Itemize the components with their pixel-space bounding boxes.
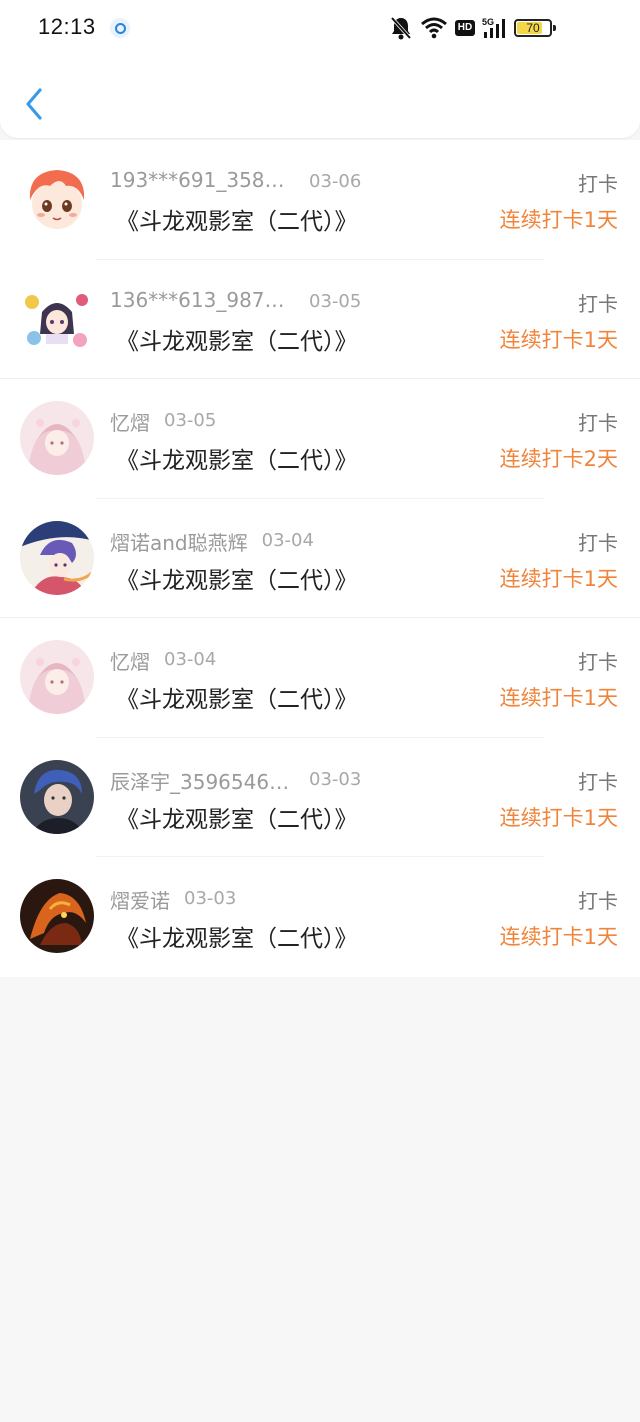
- list-item[interactable]: 忆熠 03-04 《斗龙观影室（二代）》 打卡 连续打卡1天: [0, 618, 640, 738]
- user-avatar[interactable]: [20, 879, 94, 953]
- user-avatar[interactable]: [20, 281, 94, 356]
- username[interactable]: 136***613_98773...: [110, 288, 295, 312]
- svg-text:5G: 5G: [482, 17, 494, 27]
- user-avatar[interactable]: [20, 401, 94, 475]
- item-meta: 熠诺and聪燕辉 03-04: [110, 527, 314, 557]
- list-item[interactable]: 忆熠 03-05 《斗龙观影室（二代）》 打卡 连续打卡2天: [0, 379, 640, 499]
- chevron-left-icon: [26, 88, 42, 120]
- date: 03-05: [309, 290, 362, 312]
- item-meta: 辰泽宇_35965464... 03-03: [110, 766, 361, 796]
- user-avatar[interactable]: [20, 162, 94, 236]
- bell-muted-icon: [390, 16, 412, 40]
- streak-label: 连续打卡1天: [499, 686, 618, 710]
- checkin-label: 打卡: [578, 291, 618, 316]
- checkin-list: 193***691_35852... 03-06 《斗龙观影室（二代）》 打卡 连…: [0, 140, 640, 977]
- status-bar: 12:13 HD 5G 70: [0, 0, 640, 58]
- username[interactable]: 忆熠: [110, 646, 150, 675]
- checkin-label: 打卡: [578, 172, 618, 196]
- item-title[interactable]: 《斗龙观影室（二代）》: [116, 680, 358, 714]
- app-notification-icon: [110, 18, 130, 38]
- user-avatar[interactable]: [20, 759, 94, 834]
- list-item[interactable]: 熠诺and聪燕辉 03-04 《斗龙观影室（二代）》 打卡 连续打卡1天: [0, 499, 640, 619]
- checkin-label: 打卡: [578, 650, 618, 674]
- streak-label: 连续打卡2天: [499, 447, 618, 471]
- list-item[interactable]: 辰泽宇_35965464... 03-03 《斗龙观影室（二代）》 打卡 连续打卡…: [0, 738, 640, 858]
- battery-icon: 70: [514, 19, 556, 37]
- battery-percent: 70: [526, 21, 540, 35]
- username[interactable]: 熠爱诺: [110, 885, 170, 914]
- date: 03-04: [164, 649, 217, 670]
- list-item[interactable]: 136***613_98773... 03-05 《斗龙观影室（二代）》 打卡 连…: [0, 260, 640, 380]
- list-item[interactable]: 193***691_35852... 03-06 《斗龙观影室（二代）》 打卡 连…: [0, 140, 640, 260]
- user-avatar[interactable]: [20, 520, 94, 595]
- date: 03-03: [184, 888, 237, 909]
- item-meta: 忆熠 03-04: [110, 646, 216, 676]
- wifi-icon: [420, 16, 448, 40]
- item-meta: 熠爱诺 03-03: [110, 885, 236, 915]
- username[interactable]: 忆熠: [110, 407, 150, 436]
- checkin-label: 打卡: [578, 889, 618, 913]
- list-item[interactable]: 熠爱诺 03-03 《斗龙观影室（二代）》 打卡 连续打卡1天: [0, 857, 640, 977]
- username[interactable]: 辰泽宇_35965464...: [110, 766, 295, 795]
- hd-icon: HD: [455, 20, 475, 36]
- item-title[interactable]: 《斗龙观影室（二代）》: [116, 561, 358, 595]
- streak-label: 连续打卡1天: [499, 327, 618, 352]
- checkin-label: 打卡: [578, 411, 618, 435]
- item-meta: 136***613_98773... 03-05: [110, 288, 361, 318]
- streak-label: 连续打卡1天: [499, 805, 618, 830]
- date: 03-04: [261, 529, 314, 551]
- username[interactable]: 193***691_35852...: [110, 168, 295, 192]
- date: 03-06: [309, 171, 362, 192]
- header: 12:13 HD 5G 70: [0, 0, 640, 138]
- item-title[interactable]: 《斗龙观影室（二代）》: [116, 441, 358, 475]
- item-meta: 193***691_35852... 03-06: [110, 168, 361, 198]
- user-avatar[interactable]: [20, 640, 94, 714]
- username[interactable]: 熠诺and聪燕辉: [110, 527, 248, 556]
- streak-label: 连续打卡1天: [499, 925, 618, 949]
- checkin-label: 打卡: [578, 769, 618, 794]
- item-title[interactable]: 《斗龙观影室（二代）》: [116, 322, 358, 356]
- streak-label: 连续打卡1天: [499, 566, 618, 591]
- date: 03-05: [164, 410, 217, 431]
- date: 03-03: [309, 768, 362, 790]
- streak-label: 连续打卡1天: [499, 208, 618, 232]
- item-title[interactable]: 《斗龙观影室（二代）》: [116, 800, 358, 834]
- back-button[interactable]: [22, 84, 48, 124]
- item-meta: 忆熠 03-05: [110, 407, 216, 437]
- item-title[interactable]: 《斗龙观影室（二代）》: [116, 202, 358, 236]
- item-title[interactable]: 《斗龙观影室（二代）》: [116, 919, 358, 953]
- 5g-signal-icon: 5G: [482, 16, 510, 40]
- checkin-label: 打卡: [578, 530, 618, 555]
- status-time: 12:13: [38, 14, 96, 39]
